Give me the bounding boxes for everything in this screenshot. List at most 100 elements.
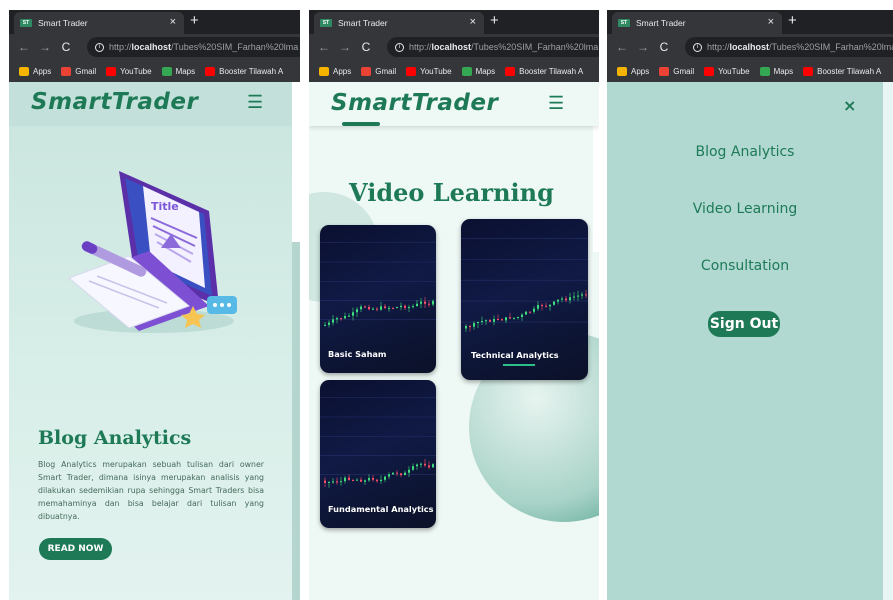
candle-body xyxy=(364,306,366,308)
candle-body xyxy=(533,308,535,312)
bookmark-booster[interactable]: Booster Tilawah A xyxy=(505,66,583,76)
address-bar[interactable]: i http://localhost/Tubes%20SIM_Farhan%20… xyxy=(87,37,300,57)
reload-icon[interactable]: C xyxy=(360,40,372,54)
candle-body xyxy=(416,464,418,467)
page-content: SmartTrader ☰ Video Learning Basic Saham… xyxy=(309,82,599,600)
candle-body xyxy=(372,478,374,480)
tab-close-icon[interactable]: × xyxy=(470,16,476,28)
candle-body xyxy=(481,321,483,323)
back-arrow-icon[interactable]: ← xyxy=(616,40,628,54)
candle-body xyxy=(561,298,563,300)
reload-icon[interactable]: C xyxy=(60,40,72,54)
info-icon[interactable]: i xyxy=(693,42,702,52)
sign-out-button[interactable]: Sign Out xyxy=(708,311,780,337)
candle-body xyxy=(332,481,334,483)
candle-body xyxy=(376,479,378,482)
bookmark-apps[interactable]: Apps xyxy=(19,66,51,76)
candle-body xyxy=(324,480,326,483)
active-underline xyxy=(503,364,535,366)
new-tab-icon[interactable]: + xyxy=(490,13,499,29)
gmail-icon xyxy=(659,66,670,76)
bookmark-youtube[interactable]: YouTube xyxy=(704,66,750,76)
candle-body xyxy=(573,296,575,298)
close-icon[interactable]: × xyxy=(843,96,856,115)
candle-body xyxy=(493,318,495,322)
hamburger-menu-icon[interactable]: ☰ xyxy=(548,93,564,114)
address-bar[interactable]: i http://localhost/Tubes%20SIM_Farhan%20… xyxy=(685,37,893,57)
bookmark-youtube[interactable]: YouTube xyxy=(406,66,452,76)
candle-body xyxy=(420,463,422,465)
nav-row: ← → C i http://localhost/Tubes%20SIM_Far… xyxy=(309,34,599,60)
candle-body xyxy=(396,307,398,309)
youtube-icon xyxy=(106,66,117,76)
url-text: http://localhost/Tubes%20SIM_Farhan%20lm… xyxy=(707,42,893,52)
browser-tab[interactable]: ST Smart Trader × xyxy=(612,12,782,34)
candle-body xyxy=(485,320,487,322)
candle-body xyxy=(396,472,398,474)
bookmarks-bar: Apps Gmail YouTube Maps Booster Tilawah … xyxy=(309,60,599,82)
address-bar[interactable]: i http://localhost/Tubes%20SIM_Farhan%20… xyxy=(387,37,599,57)
bookmark-maps[interactable]: Maps xyxy=(759,66,793,76)
candle-body xyxy=(432,300,434,305)
candle-body xyxy=(336,481,338,483)
scrollbar-thumb[interactable] xyxy=(292,242,300,600)
youtube-icon xyxy=(205,66,216,76)
video-card-technical-analytics[interactable]: Technical Analytics xyxy=(461,219,588,380)
video-title: Video Learning xyxy=(349,178,554,207)
brand-logo[interactable]: SmartTrader xyxy=(331,90,498,116)
candle-body xyxy=(388,307,390,309)
candle-body xyxy=(380,479,382,482)
candle-body xyxy=(352,312,354,316)
bookmark-apps[interactable]: Apps xyxy=(319,66,351,76)
candle-body xyxy=(432,464,434,468)
bookmark-booster[interactable]: Booster Tilawah A xyxy=(205,66,283,76)
bookmark-apps[interactable]: Apps xyxy=(617,66,649,76)
candle-body xyxy=(549,304,551,307)
bookmark-youtube[interactable]: YouTube xyxy=(106,66,152,76)
bookmark-gmail[interactable]: Gmail xyxy=(61,66,96,76)
new-tab-icon[interactable]: + xyxy=(190,13,199,29)
bookmark-gmail[interactable]: Gmail xyxy=(659,66,694,76)
candle-body xyxy=(577,295,579,297)
video-card-basic-saham[interactable]: Basic Saham xyxy=(320,225,436,373)
video-card-fundamental-analytics[interactable]: Fundamental Analytics xyxy=(320,380,436,528)
forward-arrow-icon[interactable]: → xyxy=(637,40,649,54)
youtube-icon xyxy=(704,66,715,76)
reload-icon[interactable]: C xyxy=(658,40,670,54)
candle-body xyxy=(392,307,394,309)
new-tab-icon[interactable]: + xyxy=(788,13,797,29)
gmail-icon xyxy=(61,66,72,76)
candle-body xyxy=(328,322,330,325)
scrollbar-track xyxy=(593,122,599,252)
browser-tab[interactable]: ST Smart Trader × xyxy=(14,12,184,34)
menu-item-blog-analytics[interactable]: Blog Analytics xyxy=(607,144,883,160)
apps-grid-icon xyxy=(319,66,329,76)
browser-tab[interactable]: ST Smart Trader × xyxy=(314,12,484,34)
nav-row: ← → C i http://localhost/Tubes%20SIM_Far… xyxy=(9,34,300,60)
favicon: ST xyxy=(618,19,630,27)
brand-logo[interactable]: SmartTrader xyxy=(31,89,198,115)
candle-body xyxy=(497,318,499,320)
menu-item-video-learning[interactable]: Video Learning xyxy=(607,201,883,217)
video-screenshot: ST Smart Trader × + ← → C i http://local… xyxy=(309,10,599,600)
back-arrow-icon[interactable]: ← xyxy=(318,40,330,54)
menu-item-consultation[interactable]: Consultation xyxy=(607,258,883,274)
hamburger-menu-icon[interactable]: ☰ xyxy=(247,92,263,113)
candle-body xyxy=(557,299,559,302)
bookmark-booster[interactable]: Booster Tilawah A xyxy=(803,66,881,76)
candle-body xyxy=(408,307,410,309)
tab-close-icon[interactable]: × xyxy=(170,16,176,28)
candle-body xyxy=(348,477,350,480)
bookmark-maps[interactable]: Maps xyxy=(461,66,495,76)
forward-arrow-icon[interactable]: → xyxy=(339,40,351,54)
scrollbar-track xyxy=(292,82,300,242)
bookmark-gmail[interactable]: Gmail xyxy=(361,66,396,76)
candle-body xyxy=(501,319,503,321)
back-arrow-icon[interactable]: ← xyxy=(18,40,30,54)
bookmark-maps[interactable]: Maps xyxy=(161,66,195,76)
info-icon[interactable]: i xyxy=(395,42,404,52)
tab-close-icon[interactable]: × xyxy=(768,16,774,28)
read-now-button[interactable]: READ NOW xyxy=(39,538,112,560)
forward-arrow-icon[interactable]: → xyxy=(39,40,51,54)
info-icon[interactable]: i xyxy=(95,42,104,52)
